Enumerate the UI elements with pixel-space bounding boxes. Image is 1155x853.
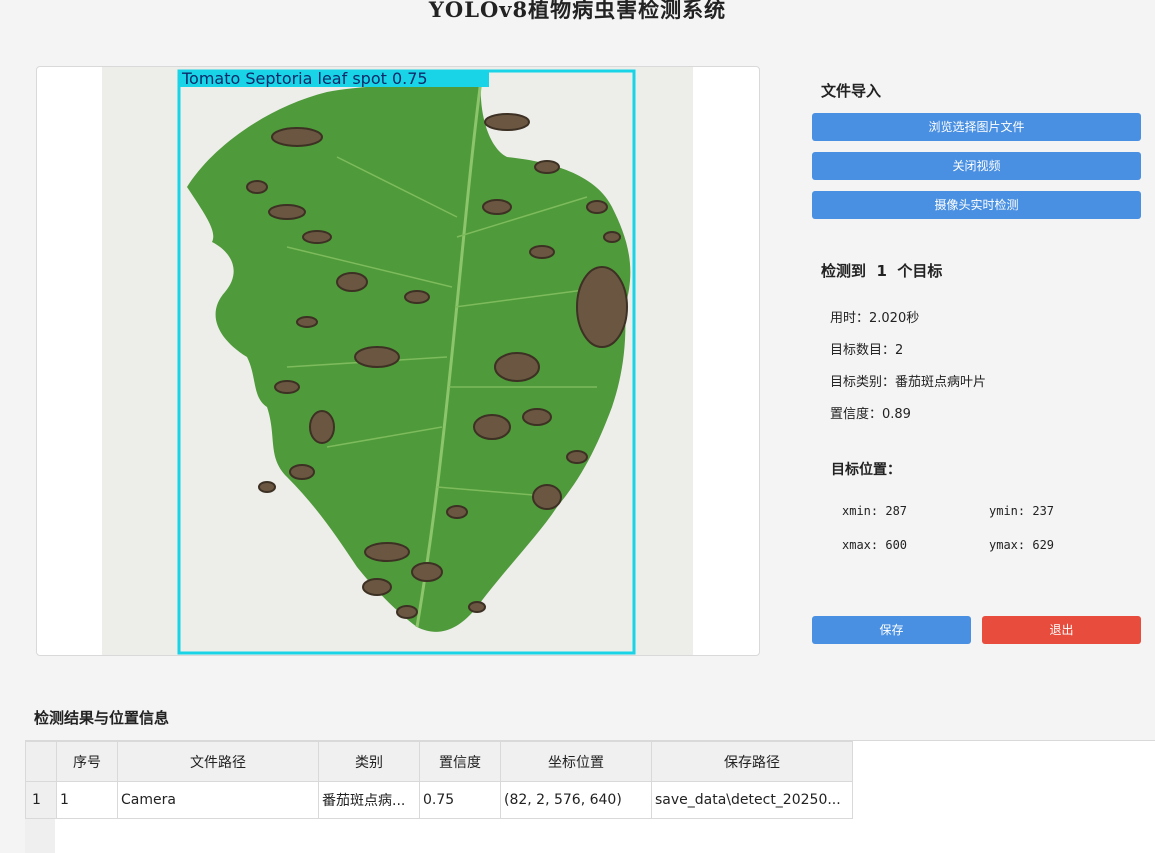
xmax-value: xmax: 600: [842, 538, 908, 552]
exit-button[interactable]: 退出: [982, 616, 1141, 644]
target-count-label: 目标数目：2: [830, 343, 904, 358]
results-heading: 检测结果与位置信息: [34, 709, 170, 727]
results-table: 序号 文件路径 类别 置信度 坐标位置 保存路径 1 1 Camera 番茄斑点…: [25, 741, 853, 819]
column-header-confidence[interactable]: 置信度: [419, 741, 501, 782]
confidence-label: 置信度：0.89: [830, 407, 911, 422]
coords-cell[interactable]: (82, 2, 576, 640): [500, 781, 652, 819]
leaf-image: [102, 67, 693, 655]
corner-cell[interactable]: [25, 741, 57, 782]
column-header-category[interactable]: 类别: [318, 741, 420, 782]
browse-image-button[interactable]: 浏览选择图片文件: [812, 113, 1141, 141]
file-import-heading: 文件导入: [821, 82, 882, 100]
window-title: YOLOv8植物病虫害检测系统: [428, 0, 727, 22]
elapsed-time-label: 用时：2.020秒: [830, 311, 920, 326]
column-header-coords[interactable]: 坐标位置: [500, 741, 652, 782]
save-button[interactable]: 保存: [812, 616, 971, 644]
table-header-row: 序号 文件路径 类别 置信度 坐标位置 保存路径: [25, 741, 853, 782]
confidence-cell[interactable]: 0.75: [419, 781, 501, 819]
column-header-index[interactable]: 序号: [56, 741, 118, 782]
ymax-value: ymax: 629: [989, 538, 1055, 552]
target-class-label: 目标类别：番茄斑点病叶片: [830, 375, 987, 390]
image-display-panel: Tomato Septoria leaf spot 0.75: [36, 66, 760, 656]
table-row[interactable]: 1 1 Camera 番茄斑点病... 0.75 (82, 2, 576, 64…: [25, 781, 853, 819]
file-path-cell[interactable]: Camera: [117, 781, 319, 819]
category-cell[interactable]: 番茄斑点病...: [318, 781, 420, 819]
results-table-container: 序号 文件路径 类别 置信度 坐标位置 保存路径 1 1 Camera 番茄斑点…: [25, 740, 1155, 853]
column-header-file-path[interactable]: 文件路径: [117, 741, 319, 782]
camera-detect-button[interactable]: 摄像头实时检测: [812, 191, 1141, 219]
target-position-heading: 目标位置：: [831, 462, 901, 478]
ymin-value: ymin: 237: [989, 504, 1055, 518]
row-number-cell[interactable]: 1: [25, 781, 57, 819]
index-cell[interactable]: 1: [56, 781, 118, 819]
column-header-save-path[interactable]: 保存路径: [651, 741, 853, 782]
xmin-value: xmin: 287: [842, 504, 908, 518]
detection-count-heading: 检测到 1 个目标: [821, 262, 943, 280]
detection-label: Tomato Septoria leaf spot 0.75: [178, 71, 489, 87]
close-video-button[interactable]: 关闭视频: [812, 152, 1141, 180]
save-path-cell[interactable]: save_data\detect_20250...: [651, 781, 853, 819]
